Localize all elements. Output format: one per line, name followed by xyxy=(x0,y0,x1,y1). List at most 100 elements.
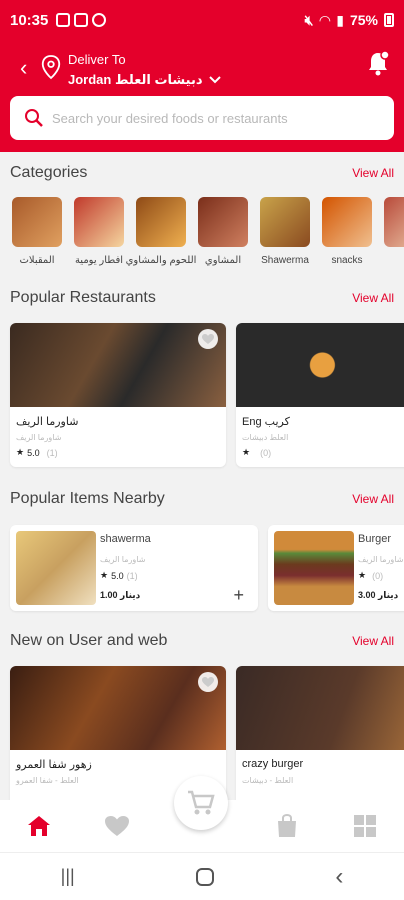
category-image xyxy=(384,197,404,247)
home-icon xyxy=(28,816,50,836)
wifi-icon: ◠ xyxy=(319,11,331,28)
categories-view-all-link[interactable]: View All xyxy=(352,166,394,180)
category-item[interactable]: اللحوم والمشاوي xyxy=(126,197,196,277)
popular-items-header: Popular Items Nearby View All xyxy=(10,490,394,508)
rating-count: (0) xyxy=(260,447,272,458)
restaurant-subtitle: شاورما الريف xyxy=(16,433,62,442)
battery-icon xyxy=(384,13,394,27)
deliver-to-label: Deliver To xyxy=(68,52,126,67)
restaurant-card[interactable]: Eng كريب العلط دبيشات ★ (0) xyxy=(236,323,404,467)
category-label: Shawerma xyxy=(261,255,309,266)
location-pin-icon xyxy=(41,55,61,80)
new-on-view-all-link[interactable]: View All xyxy=(352,634,394,648)
restaurant-name: زهور شفا العمرو xyxy=(16,759,92,771)
category-image xyxy=(12,197,62,247)
star-icon: ★ xyxy=(100,570,109,580)
rating-count: (0) xyxy=(372,570,384,581)
popular-restaurants-header: Popular Restaurants View All xyxy=(10,289,394,307)
heart-icon xyxy=(105,816,129,836)
category-item[interactable]: snacks xyxy=(322,197,372,277)
category-item[interactable]: Shawerma xyxy=(260,197,310,277)
category-label: افطار يومية xyxy=(74,255,124,266)
restaurant-card[interactable]: شاورما الريف شاورما الريف ★ 5.0 (1) xyxy=(10,323,226,467)
notification-bell-icon[interactable] xyxy=(366,50,390,76)
back-chevron-icon[interactable]: ‹ xyxy=(20,57,27,79)
popular-restaurants-list[interactable]: شاورما الريف شاورما الريف ★ 5.0 (1) Eng … xyxy=(10,323,404,467)
category-image xyxy=(74,197,124,247)
category-item[interactable]: المقبلات xyxy=(12,197,62,277)
cart-button[interactable] xyxy=(174,776,228,830)
restaurant-card[interactable]: crazy burger العلط - دبيشات xyxy=(236,666,404,800)
cart-icon xyxy=(188,790,215,815)
menu-nav-button[interactable] xyxy=(345,806,385,846)
categories-list[interactable]: المقبلات افطار يومية اللحوم والمشاوي الم… xyxy=(0,197,404,277)
category-image xyxy=(322,197,372,247)
system-navigation-bar: ||| ‹ xyxy=(0,852,404,900)
home-circle-icon[interactable] xyxy=(196,867,214,886)
image-notification-icon xyxy=(74,13,89,27)
popular-items-list[interactable]: shawerma شاورما الريف ★ 5.0 (1) 1.00 دين… xyxy=(10,525,404,611)
favorites-nav-button[interactable] xyxy=(97,806,137,846)
star-icon: ★ xyxy=(16,447,25,457)
food-item-restaurant: شاورما الريف xyxy=(358,555,404,564)
star-icon: ★ xyxy=(242,447,251,457)
restaurant-name: crazy burger xyxy=(242,758,304,770)
favorite-heart-icon[interactable] xyxy=(198,329,218,349)
food-item-card[interactable]: shawerma شاورما الريف ★ 5.0 (1) 1.00 دين… xyxy=(10,525,258,611)
star-icon: ★ xyxy=(358,570,367,580)
restaurant-subtitle: العلط دبيشات xyxy=(242,433,289,442)
restaurant-image xyxy=(10,666,226,750)
food-item-name: Burger xyxy=(358,533,392,545)
popular-restaurants-view-all-link[interactable]: View All xyxy=(352,291,394,305)
gallery-notification-icon xyxy=(56,13,71,27)
food-item-image xyxy=(16,531,96,605)
orders-nav-button[interactable] xyxy=(267,806,307,846)
delivery-address[interactable]: Jordan دبيشات العلط xyxy=(68,72,221,88)
whatsapp-notification-icon xyxy=(92,13,107,27)
category-item[interactable]: المشاوي xyxy=(198,197,248,277)
food-item-price: 3.00 دينار xyxy=(358,590,399,600)
system-back-icon[interactable]: ‹ xyxy=(335,863,343,891)
categories-title: Categories xyxy=(10,164,88,181)
category-item[interactable]: Cr xyxy=(384,197,404,277)
restaurant-subtitle: العلط - شفا العمرو xyxy=(16,776,79,785)
home-scroll-content[interactable]: Categories View All المقبلات افطار يومية… xyxy=(0,152,404,800)
recent-apps-icon[interactable]: ||| xyxy=(61,866,75,887)
food-item-rating: ★ (0) xyxy=(358,570,383,581)
food-item-rating: ★ 5.0 (1) xyxy=(100,570,138,581)
shopping-bag-icon xyxy=(278,813,296,837)
add-to-cart-plus-icon[interactable]: + xyxy=(233,585,244,606)
rating-value: 5.0 xyxy=(27,447,40,458)
food-item-price: 1.00 دينار xyxy=(100,590,141,600)
restaurant-name: Eng كريب xyxy=(242,416,290,428)
restaurant-name: شاورما الريف xyxy=(16,416,79,428)
food-item-restaurant: شاورما الريف xyxy=(100,555,146,564)
category-label: المقبلات xyxy=(19,255,55,266)
home-nav-button[interactable] xyxy=(19,806,59,846)
battery-percent: 75% xyxy=(349,12,378,28)
popular-restaurants-title: Popular Restaurants xyxy=(10,289,156,306)
category-label: اللحوم والمشاوي xyxy=(125,255,197,266)
delivery-location[interactable]: ‹ Deliver To Jordan دبيشات العلط xyxy=(14,48,314,88)
food-item-image xyxy=(274,531,354,605)
category-image xyxy=(136,197,186,247)
chevron-down-icon xyxy=(208,76,221,84)
search-icon xyxy=(25,109,43,127)
new-on-title: New on User and web xyxy=(10,632,168,649)
category-image xyxy=(260,197,310,247)
restaurant-subtitle: العلط - دبيشات xyxy=(242,776,294,785)
rating-count: (1) xyxy=(126,570,138,581)
restaurant-image xyxy=(236,323,404,407)
address-text: Jordan دبيشات العلط xyxy=(68,72,203,87)
restaurant-rating: ★ 5.0 (1) xyxy=(16,447,58,458)
popular-items-view-all-link[interactable]: View All xyxy=(352,492,394,506)
category-item[interactable]: افطار يومية xyxy=(74,197,124,277)
restaurant-rating: ★ (0) xyxy=(242,447,271,458)
category-image xyxy=(198,197,248,247)
favorite-heart-icon[interactable] xyxy=(198,672,218,692)
search-input[interactable] xyxy=(52,110,372,126)
signal-icon: ▮ xyxy=(336,11,344,28)
food-item-card[interactable]: Burger شاورما الريف ★ (0) 3.00 دينار xyxy=(268,525,404,611)
food-item-name: shawerma xyxy=(100,533,151,545)
search-bar[interactable] xyxy=(10,96,394,140)
